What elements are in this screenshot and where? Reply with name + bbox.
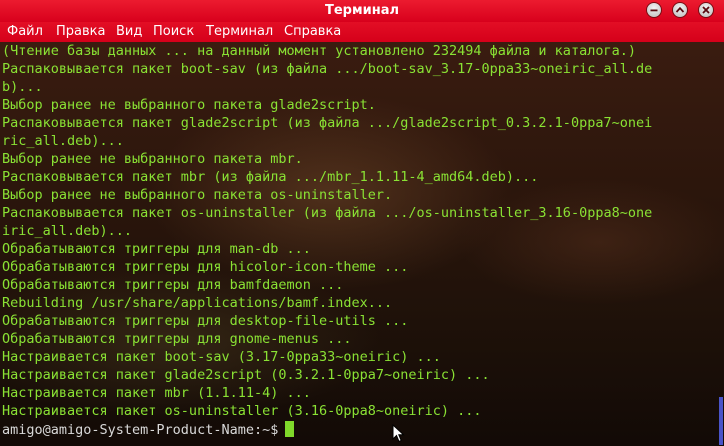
menu-bar: Файл Правка Вид Поиск Терминал Справка [0, 22, 724, 42]
terminal-line: Настраивается пакет glade2script (0.3.2.… [2, 367, 490, 383]
terminal-line: Обрабатываются триггеры для man-db ... [2, 241, 311, 257]
terminal-line: Выбор ранее не выбранного пакета os-unin… [2, 187, 393, 203]
shell-prompt: amigo@amigo-System-Product-Name:~$ [2, 422, 279, 438]
terminal-area[interactable]: (Чтение базы данных ... на данный момент… [0, 42, 724, 446]
terminal-line: Настраивается пакет boot-sav (3.17-0ppa3… [2, 349, 441, 365]
close-icon [702, 6, 710, 14]
terminal-line: b)... [2, 79, 43, 95]
minimize-button[interactable] [646, 2, 662, 18]
scrollbar-thumb[interactable] [719, 397, 723, 445]
window-title: Терминал [324, 3, 399, 18]
terminal-line: Rebuilding /usr/share/applications/bamf.… [2, 295, 393, 311]
text-cursor [285, 421, 295, 437]
terminal-line: Распаковывается пакет mbr (из файла .../… [2, 169, 539, 185]
menu-search[interactable]: Поиск [153, 22, 194, 42]
terminal-line: Обрабатываются триггеры для gnome-menus … [2, 331, 352, 347]
title-bar[interactable]: Терминал [0, 0, 724, 22]
terminal-line: (Чтение базы данных ... на данный момент… [2, 43, 636, 59]
terminal-line: Распаковывается пакет boot-sav (из файла… [2, 61, 653, 77]
terminal-line: Распаковывается пакет os-uninstaller (из… [2, 205, 653, 221]
terminal-line: Выбор ранее не выбранного пакета mbr. [2, 151, 303, 167]
menu-help[interactable]: Справка [284, 22, 341, 42]
terminal-line: Обрабатываются триггеры для hicolor-icon… [2, 259, 409, 275]
prompt-line[interactable]: amigo@amigo-System-Product-Name:~$ [2, 421, 295, 439]
terminal-line: iric_all.deb)... [2, 223, 133, 239]
maximize-icon [675, 6, 685, 13]
menu-edit[interactable]: Правка [56, 22, 105, 42]
terminal-line: Обрабатываются триггеры для desktop-file… [2, 313, 409, 329]
terminal-line: Распаковывается пакет glade2script (из ф… [2, 115, 653, 131]
maximize-button[interactable] [672, 2, 688, 18]
mouse-pointer-icon [392, 424, 405, 443]
terminal-line: Настраивается пакет os-uninstaller (3.16… [2, 403, 482, 419]
close-button[interactable] [698, 2, 714, 18]
terminal-line: ric_all.deb)... [2, 133, 124, 149]
terminal-line: Настраивается пакет mbr (1.1.11-4) ... [2, 385, 311, 401]
menu-file[interactable]: Файл [7, 22, 43, 42]
menu-terminal[interactable]: Терминал [206, 22, 273, 42]
minimize-icon [650, 9, 658, 12]
terminal-line: Обрабатываются триггеры для bamfdaemon .… [2, 277, 344, 293]
terminal-window: Терминал Файл Правка Вид Поиск Терминал … [0, 0, 724, 446]
terminal-line: Выбор ранее не выбранного пакета glade2s… [2, 97, 376, 113]
menu-view[interactable]: Вид [116, 22, 142, 42]
